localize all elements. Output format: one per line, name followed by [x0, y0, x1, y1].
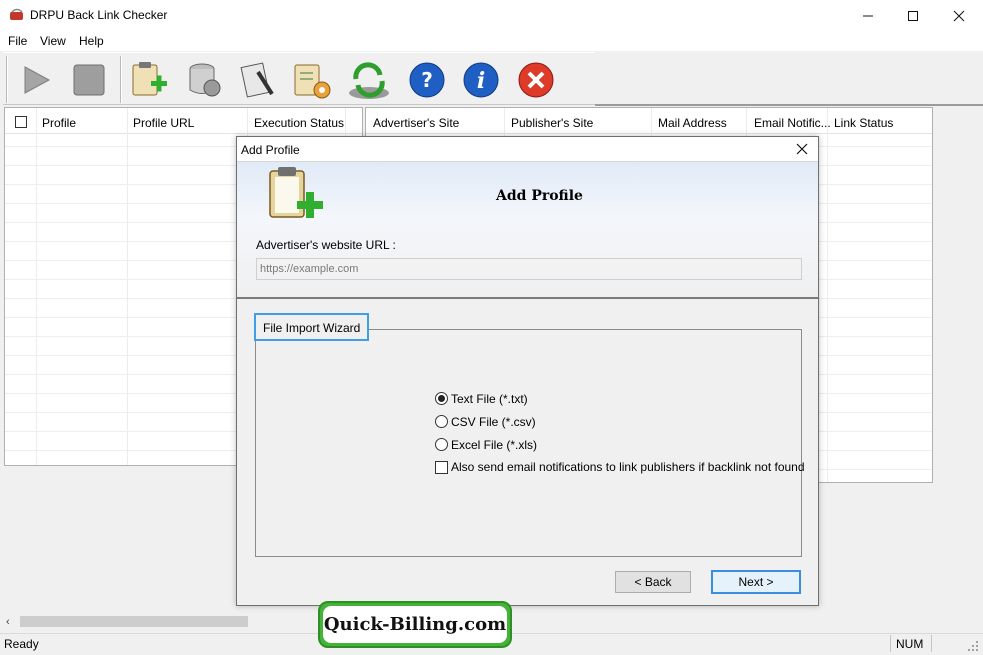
play-icon: [24, 66, 51, 94]
minimize-button[interactable]: [845, 0, 891, 31]
status-divider: [890, 635, 891, 652]
column-profile-url[interactable]: Profile URL: [133, 116, 194, 130]
app-icon: [10, 8, 23, 20]
horizontal-scrollbar[interactable]: ‹: [4, 612, 363, 632]
dialog-separator: [237, 297, 818, 299]
watermark-badge: Quick-Billing.com: [318, 601, 512, 648]
toolbar-grip: [6, 56, 8, 103]
configure-button[interactable]: [290, 58, 334, 102]
info-button[interactable]: i: [459, 58, 503, 102]
column-divider: [127, 108, 128, 465]
help-button[interactable]: ?: [405, 58, 449, 102]
column-advertisers-site[interactable]: Advertiser's Site: [373, 116, 459, 130]
url-label: Advertiser's website URL :: [256, 238, 396, 252]
database-settings-icon: [189, 63, 221, 97]
maximize-button[interactable]: [890, 0, 936, 31]
back-button[interactable]: < Back: [615, 571, 691, 593]
refresh-button[interactable]: [346, 58, 390, 102]
close-icon: [953, 10, 965, 21]
menu-file[interactable]: File: [8, 34, 27, 48]
toolbar-separator: [120, 56, 122, 103]
toolbar-divider-line: [595, 104, 983, 106]
add-profile-icon: [269, 167, 323, 218]
email-notification-label[interactable]: Also send email notifications to link pu…: [451, 460, 805, 474]
exit-icon: [518, 62, 554, 98]
num-lock-indicator: NUM: [896, 637, 924, 651]
status-divider: [931, 635, 932, 652]
column-mail-address[interactable]: Mail Address: [658, 116, 727, 130]
add-profile-button[interactable]: [128, 58, 172, 102]
column-divider: [36, 108, 37, 465]
menu-view[interactable]: View: [40, 34, 66, 48]
email-notification-checkbox[interactable]: [435, 461, 448, 474]
column-link-status[interactable]: Link Status: [834, 116, 893, 130]
dialog-heading: Add Profile: [496, 188, 583, 204]
text-file-label[interactable]: Text File (*.txt): [451, 392, 528, 406]
stop-button[interactable]: [67, 58, 111, 102]
close-icon: [796, 143, 808, 155]
radio-excel-file[interactable]: [435, 438, 448, 451]
help-icon: ?: [409, 62, 445, 98]
column-email-notification[interactable]: Email Notific...: [754, 116, 831, 130]
stop-icon: [73, 64, 105, 96]
select-all-checkbox[interactable]: [15, 116, 27, 128]
dialog-title-bar: Add Profile: [237, 137, 818, 162]
start-button[interactable]: [14, 58, 58, 102]
watermark-text: Quick-Billing.com: [323, 606, 507, 643]
report-icon: [240, 62, 274, 98]
refresh-icon: [349, 62, 389, 99]
close-button[interactable]: [936, 0, 982, 31]
excel-file-label[interactable]: Excel File (*.xls): [451, 438, 537, 452]
svg-text:i: i: [477, 68, 485, 94]
menu-help[interactable]: Help: [79, 34, 104, 48]
column-publishers-site[interactable]: Publisher's Site: [511, 116, 593, 130]
next-button[interactable]: Next >: [711, 570, 801, 594]
minimize-icon: [863, 15, 873, 16]
report-button[interactable]: [236, 58, 280, 102]
exit-button[interactable]: [514, 58, 558, 102]
window-title: DRPU Back Link Checker: [30, 8, 168, 22]
menu-bar: [0, 31, 983, 51]
csv-file-label[interactable]: CSV File (*.csv): [451, 415, 536, 429]
configure-icon: [294, 64, 331, 99]
radio-text-file[interactable]: [435, 392, 448, 405]
maximize-icon: [908, 10, 918, 21]
column-divider: [827, 108, 828, 482]
svg-text:?: ?: [421, 68, 433, 92]
scrollbar-thumb[interactable]: [20, 616, 248, 627]
status-text: Ready: [4, 637, 39, 651]
resize-grip-icon[interactable]: [967, 640, 979, 652]
url-field[interactable]: https://example.com: [256, 258, 802, 280]
database-button[interactable]: [182, 58, 226, 102]
file-import-wizard-title: File Import Wizard: [254, 313, 370, 341]
column-profile[interactable]: Profile: [42, 116, 76, 130]
dialog-title: Add Profile: [241, 143, 300, 157]
add-profile-icon: [132, 62, 167, 96]
radio-csv-file[interactable]: [435, 415, 448, 428]
radio-selected-dot: [438, 395, 445, 402]
info-icon: i: [463, 62, 499, 98]
dialog-close-button[interactable]: [790, 139, 814, 159]
column-execution-status[interactable]: Execution Status: [254, 116, 344, 130]
scroll-left-arrow-icon[interactable]: ‹: [6, 616, 10, 628]
add-profile-dialog: Add Profile Add Profile Advertiser's web…: [236, 136, 819, 606]
